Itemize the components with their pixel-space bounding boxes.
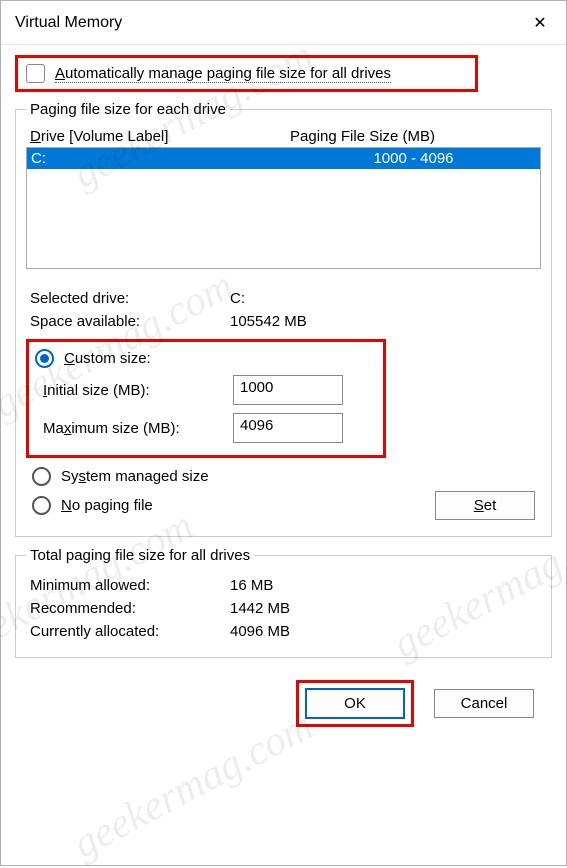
ok-highlight: OK bbox=[296, 680, 414, 727]
close-icon: ✕ bbox=[533, 13, 546, 33]
drive-list-header: Drive [Volume Label] Paging File Size (M… bbox=[26, 128, 541, 147]
totals-group: Total paging file size for all drives Mi… bbox=[15, 547, 552, 658]
maximum-size-input[interactable]: 4096 bbox=[233, 413, 343, 443]
currently-allocated-row: Currently allocated: 4096 MB bbox=[26, 620, 541, 643]
custom-size-radio[interactable] bbox=[35, 349, 54, 368]
per-drive-legend: Paging file size for each drive bbox=[26, 101, 230, 118]
selected-drive-value: C: bbox=[230, 290, 245, 307]
ok-button[interactable]: OK bbox=[305, 688, 405, 719]
no-paging-radio-row[interactable]: No paging file bbox=[26, 493, 153, 518]
maximum-size-row: Maximum size (MB): 4096 bbox=[35, 409, 377, 447]
minimum-allowed-row: Minimum allowed: 16 MB bbox=[26, 574, 541, 597]
window-title: Virtual Memory bbox=[15, 14, 122, 32]
system-managed-label: System managed size bbox=[61, 468, 209, 485]
system-managed-radio-row[interactable]: System managed size bbox=[26, 464, 541, 489]
space-available-value: 105542 MB bbox=[230, 313, 307, 330]
no-paging-label: No paging file bbox=[61, 497, 153, 514]
per-drive-group: Paging file size for each drive Drive [V… bbox=[15, 101, 552, 537]
custom-size-block: Custom size: Initial size (MB): 1000 Max… bbox=[26, 339, 386, 458]
custom-size-radio-row[interactable]: Custom size: bbox=[35, 346, 377, 371]
cancel-button[interactable]: Cancel bbox=[434, 689, 534, 718]
totals-legend: Total paging file size for all drives bbox=[26, 547, 254, 564]
auto-manage-row[interactable]: Automatically manage paging file size fo… bbox=[15, 55, 478, 92]
recommended-row: Recommended: 1442 MB bbox=[26, 597, 541, 620]
titlebar: Virtual Memory ✕ bbox=[1, 1, 566, 45]
col-drive-header: Drive [Volume Label] bbox=[30, 128, 290, 145]
initial-size-input[interactable]: 1000 bbox=[233, 375, 343, 405]
table-row[interactable]: C: 1000 - 4096 bbox=[27, 148, 540, 169]
set-button[interactable]: Set bbox=[435, 491, 535, 520]
drive-cell: C: bbox=[31, 150, 291, 167]
auto-manage-checkbox[interactable] bbox=[26, 64, 45, 83]
space-available-row: Space available: 105542 MB bbox=[26, 310, 541, 333]
initial-size-row: Initial size (MB): 1000 bbox=[35, 371, 377, 409]
drive-list[interactable]: C: 1000 - 4096 bbox=[26, 147, 541, 269]
dialog-actions: OK Cancel bbox=[15, 668, 552, 727]
col-size-header: Paging File Size (MB) bbox=[290, 128, 537, 145]
custom-size-label: Custom size: bbox=[64, 350, 151, 367]
size-cell: 1000 - 4096 bbox=[291, 150, 536, 167]
system-managed-radio[interactable] bbox=[32, 467, 51, 486]
auto-manage-label: Automatically manage paging file size fo… bbox=[55, 65, 391, 83]
selected-drive-row: Selected drive: C: bbox=[26, 287, 541, 310]
close-button[interactable]: ✕ bbox=[514, 1, 566, 45]
no-paging-radio[interactable] bbox=[32, 496, 51, 515]
